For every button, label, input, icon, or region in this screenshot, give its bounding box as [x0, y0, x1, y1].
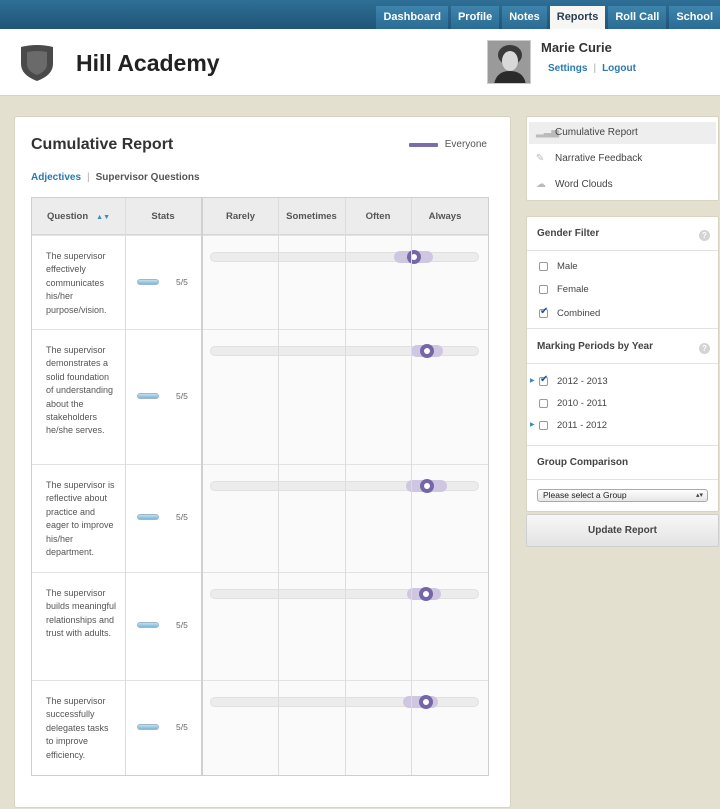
gender-filter-title: Gender Filter	[537, 228, 600, 239]
question-text: The supervisor builds meaningful relatio…	[46, 588, 117, 639]
column-divider	[411, 198, 412, 775]
help-icon[interactable]: ?	[699, 343, 710, 354]
tab-notes[interactable]: Notes	[502, 6, 547, 29]
page-title: Cumulative Report	[31, 136, 174, 153]
column-header-sometimes: Sometimes	[286, 211, 337, 222]
column-header-stats: Stats	[151, 211, 175, 222]
select-arrows-icon: ▴▾	[695, 492, 703, 499]
help-icon[interactable]: ?	[699, 230, 710, 241]
sidebar-item-word-clouds[interactable]: ☁ Word Clouds	[529, 174, 716, 196]
checkbox[interactable]	[539, 374, 548, 386]
column-header-question[interactable]: Question ▲▼	[32, 198, 125, 235]
rating-marker[interactable]	[407, 250, 421, 264]
stats-bar	[137, 393, 159, 399]
report-panel: Cumulative Report Everyone Adjectives | Su…	[14, 116, 511, 808]
rating-marker[interactable]	[420, 479, 434, 493]
stats-bar	[137, 514, 159, 520]
table-row: The supervisor is reflective about pract…	[32, 464, 488, 572]
stats-score: 5/5	[176, 722, 188, 732]
gender-option-female[interactable]: Female	[539, 284, 589, 295]
checkbox[interactable]	[539, 306, 548, 318]
column-divider	[345, 198, 346, 775]
stats-bar	[137, 724, 159, 730]
stats-score: 5/5	[176, 391, 188, 401]
period-option-2011-2012[interactable]: 2011 - 2012	[539, 420, 607, 431]
column-header-always: Always	[428, 211, 462, 222]
rating-marker[interactable]	[420, 344, 434, 358]
table-header: Question ▲▼ Stats Rarely Sometimes Often …	[32, 198, 488, 235]
report-nav: ▂▃▅ Cumulative Report ✎ Narrative Feedba…	[526, 116, 719, 201]
sidebar-item-cumulative-report[interactable]: ▂▃▅ Cumulative Report	[529, 122, 716, 144]
page-header: Hill Academy Marie Curie Settings | Logout	[0, 29, 720, 96]
cloud-icon: ☁	[536, 179, 546, 190]
tab-adjectives[interactable]: Adjectives	[31, 172, 81, 183]
update-report-button[interactable]: Update Report	[526, 514, 719, 547]
rating-marker[interactable]	[419, 695, 433, 709]
filter-panel: Gender Filter ? Male Female Combined Mar…	[526, 216, 719, 512]
question-text: The supervisor effectively communicates …	[46, 251, 107, 315]
link-separator: |	[593, 63, 597, 74]
school-name: Hill Academy	[76, 50, 220, 76]
chart-legend: Everyone	[408, 139, 487, 150]
column-divider	[125, 198, 126, 775]
table-row: The supervisor builds meaningful relatio…	[32, 572, 488, 680]
legend-swatch	[408, 142, 438, 147]
question-text: The supervisor demonstrates a solid foun…	[46, 345, 114, 436]
column-header-rarely: Rarely	[225, 211, 256, 222]
table-row: The supervisor effectively communicates …	[32, 235, 488, 329]
legend-label: Everyone	[444, 139, 487, 150]
rating-marker[interactable]	[419, 587, 433, 601]
tab-school[interactable]: School	[669, 6, 720, 29]
checkbox[interactable]	[539, 399, 548, 408]
gender-option-combined[interactable]: Combined	[539, 306, 600, 319]
stats-bar	[137, 279, 159, 285]
settings-link[interactable]: Settings	[548, 63, 587, 74]
column-header-often: Often	[365, 211, 391, 222]
user-name: Marie Curie	[541, 40, 612, 55]
stats-bar	[137, 622, 159, 628]
period-option-2010-2011[interactable]: 2010 - 2011	[539, 398, 607, 409]
question-text: The supervisor is reflective about pract…	[46, 480, 115, 558]
tab-reports[interactable]: Reports	[549, 6, 606, 29]
bar-chart-icon: ▂▃▅	[536, 127, 560, 138]
marking-periods-title: Marking Periods by Year	[537, 341, 653, 352]
stats-score: 5/5	[176, 512, 188, 522]
stats-score: 5/5	[176, 277, 188, 287]
subtab-separator: |	[87, 172, 90, 183]
checkbox[interactable]	[539, 285, 548, 294]
expand-arrow-icon[interactable]: ▶	[530, 421, 535, 428]
stats-score: 5/5	[176, 620, 188, 630]
table-row: The supervisor demonstrates a solid foun…	[32, 329, 488, 464]
tab-profile[interactable]: Profile	[450, 6, 500, 29]
sort-icon[interactable]: ▲▼	[96, 214, 110, 221]
table-row: The supervisor successfully delegates ta…	[32, 680, 488, 775]
shield-icon[interactable]	[19, 44, 55, 82]
report-table: Question ▲▼ Stats Rarely Sometimes Often …	[31, 197, 489, 776]
top-nav-bar: Dashboard Profile Notes Reports Roll Cal…	[0, 0, 720, 29]
group-select[interactable]: Please select a Group ▴▾	[537, 489, 708, 502]
expand-arrow-icon[interactable]: ▶	[530, 377, 535, 384]
pencil-icon: ✎	[536, 153, 545, 164]
period-option-2012-2013[interactable]: 2012 - 2013	[539, 374, 608, 387]
tab-supervisor-questions[interactable]: Supervisor Questions	[96, 172, 200, 183]
group-comparison-title: Group Comparison	[537, 457, 629, 468]
checkbox[interactable]	[539, 421, 548, 430]
sidebar-item-narrative-feedback[interactable]: ✎ Narrative Feedback	[529, 148, 716, 170]
question-text: The supervisor successfully delegates ta…	[46, 696, 109, 760]
report-subtabs: Adjectives | Supervisor Questions	[31, 172, 200, 183]
column-divider	[278, 198, 279, 775]
column-divider	[201, 198, 203, 775]
avatar	[487, 40, 531, 84]
user-links: Settings | Logout	[548, 63, 636, 74]
tab-dashboard[interactable]: Dashboard	[376, 6, 448, 29]
checkbox[interactable]	[539, 262, 548, 271]
main-nav: Dashboard Profile Notes Reports Roll Cal…	[376, 6, 720, 29]
logout-link[interactable]: Logout	[602, 63, 636, 74]
tab-roll-call[interactable]: Roll Call	[608, 6, 667, 29]
gender-option-male[interactable]: Male	[539, 261, 578, 272]
